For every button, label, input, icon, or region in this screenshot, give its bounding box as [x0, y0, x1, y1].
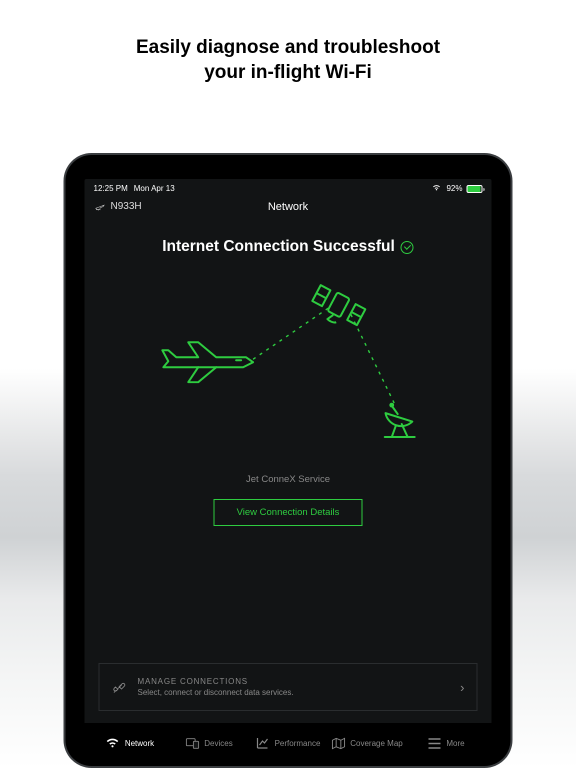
menu-icon [427, 736, 441, 750]
tab-more[interactable]: More [407, 736, 486, 750]
tail-number[interactable]: N933H [95, 201, 142, 212]
airplane-icon [162, 342, 253, 382]
satellite-icon [312, 285, 365, 325]
status-date: Mon Apr 13 [134, 184, 175, 193]
page-title: Network [268, 201, 308, 213]
view-details-button[interactable]: View Connection Details [214, 499, 363, 526]
manage-sub: Select, connect or disconnect data servi… [138, 688, 451, 697]
ipad-frame: 12:25 PM Mon Apr 13 92% N933H Network In… [64, 153, 513, 768]
manage-title: MANAGE CONNECTIONS [138, 677, 451, 686]
tab-network[interactable]: Network [91, 736, 170, 750]
status-bar: 12:25 PM Mon Apr 13 92% [85, 179, 492, 195]
hero-caption: Easily diagnose and troubleshoot your in… [0, 36, 576, 85]
tab-coverage-map[interactable]: Coverage Map [328, 736, 407, 750]
map-icon [331, 736, 345, 750]
status-time: 12:25 PM [94, 184, 128, 193]
tab-performance[interactable]: Performance [249, 736, 328, 750]
chevron-right-icon: › [460, 680, 464, 695]
hero-line-1: Easily diagnose and troubleshoot [0, 36, 576, 61]
ground-station-icon [385, 404, 415, 437]
performance-icon [256, 736, 270, 750]
connection-heading: Internet Connection Successful [99, 238, 478, 256]
wifi-icon [432, 185, 440, 193]
tab-bar: Network Devices Performance Coverage Map… [85, 723, 492, 763]
tab-devices[interactable]: Devices [170, 736, 249, 750]
hero-line-2: your in-flight Wi-Fi [0, 61, 576, 86]
devices-icon [185, 736, 199, 750]
check-icon [401, 241, 414, 254]
connection-diagram [99, 262, 478, 466]
plug-icon [112, 679, 128, 695]
nav-header: N933H Network [85, 195, 492, 218]
service-label: Jet ConneX Service [99, 474, 478, 485]
battery-icon [467, 185, 483, 193]
app-screen: 12:25 PM Mon Apr 13 92% N933H Network In… [85, 179, 492, 763]
manage-connections-row[interactable]: MANAGE CONNECTIONS Select, connect or di… [99, 663, 478, 711]
battery-percent: 92% [446, 184, 462, 193]
wifi-icon [106, 736, 120, 750]
